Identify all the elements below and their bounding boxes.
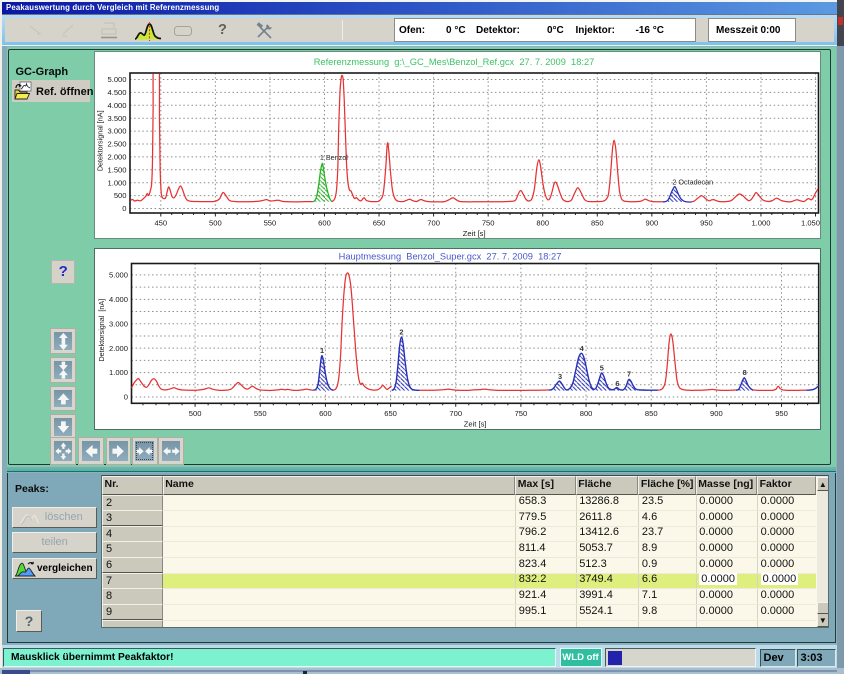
svg-text:Detektorsignal [nA]: Detektorsignal [nA] [95,110,104,171]
svg-text:2.500: 2.500 [107,140,126,149]
svg-text:4.000: 4.000 [108,294,127,303]
svg-text:900: 900 [645,219,658,228]
svg-text:500: 500 [209,219,222,228]
svg-text:1 Benzol: 1 Benzol [319,153,347,162]
svg-text:2: 2 [399,327,403,336]
svg-text:3.000: 3.000 [108,319,127,328]
svg-text:Referenzmessung g:\_GC_Mes\Be: Referenzmessung g:\_GC_Mes\Benzol_Ref.gc… [313,57,594,67]
svg-text:3: 3 [558,372,562,381]
svg-text:950: 950 [775,408,788,417]
svg-text:1.000: 1.000 [107,178,126,187]
svg-text:750: 750 [514,408,527,417]
svg-text:3.000: 3.000 [107,127,126,136]
svg-text:800: 800 [579,408,592,417]
svg-text:1.000: 1.000 [751,219,770,228]
svg-text:550: 550 [253,408,266,417]
svg-text:600: 600 [318,219,331,228]
svg-text:Detektorsignal [nA]: Detektorsignal [nA] [97,298,106,361]
svg-text:5.000: 5.000 [107,75,126,84]
svg-text:1.500: 1.500 [107,165,126,174]
svg-text:1: 1 [320,345,324,354]
svg-text:950: 950 [700,219,713,228]
svg-text:750: 750 [481,219,494,228]
svg-text:8: 8 [742,367,746,376]
svg-text:2 Octadecan: 2 Octadecan [672,177,713,186]
svg-text:600: 600 [319,408,332,417]
svg-text:700: 700 [427,219,440,228]
svg-text:5: 5 [599,363,603,372]
svg-text:900: 900 [710,408,723,417]
svg-text:500: 500 [113,191,126,200]
svg-text:1.000: 1.000 [108,368,127,377]
svg-text:650: 650 [372,219,385,228]
svg-text:7: 7 [626,369,630,378]
svg-text:700: 700 [449,408,462,417]
svg-text:0: 0 [122,204,126,213]
svg-text:550: 550 [263,219,276,228]
svg-text:850: 850 [644,408,657,417]
svg-text:4.000: 4.000 [107,101,126,110]
svg-text:6: 6 [615,378,619,387]
svg-text:2.000: 2.000 [108,343,127,352]
svg-text:2.000: 2.000 [107,153,126,162]
svg-text:850: 850 [590,219,603,228]
svg-text:650: 650 [384,408,397,417]
svg-text:800: 800 [536,219,549,228]
svg-text:3.500: 3.500 [107,114,126,123]
svg-text:450: 450 [154,219,167,228]
svg-text:Zeit [s]: Zeit [s] [462,229,485,238]
svg-text:5.000: 5.000 [108,270,127,279]
svg-text:4.500: 4.500 [107,88,126,97]
svg-text:1.050: 1.050 [800,219,819,228]
svg-text:0: 0 [123,392,127,401]
svg-text:Hauptmessung Benzol_Super.gcx: Hauptmessung Benzol_Super.gcx 27. 7. 200… [338,251,561,261]
svg-text:Zeit [s]: Zeit [s] [463,419,486,428]
svg-text:500: 500 [188,408,201,417]
